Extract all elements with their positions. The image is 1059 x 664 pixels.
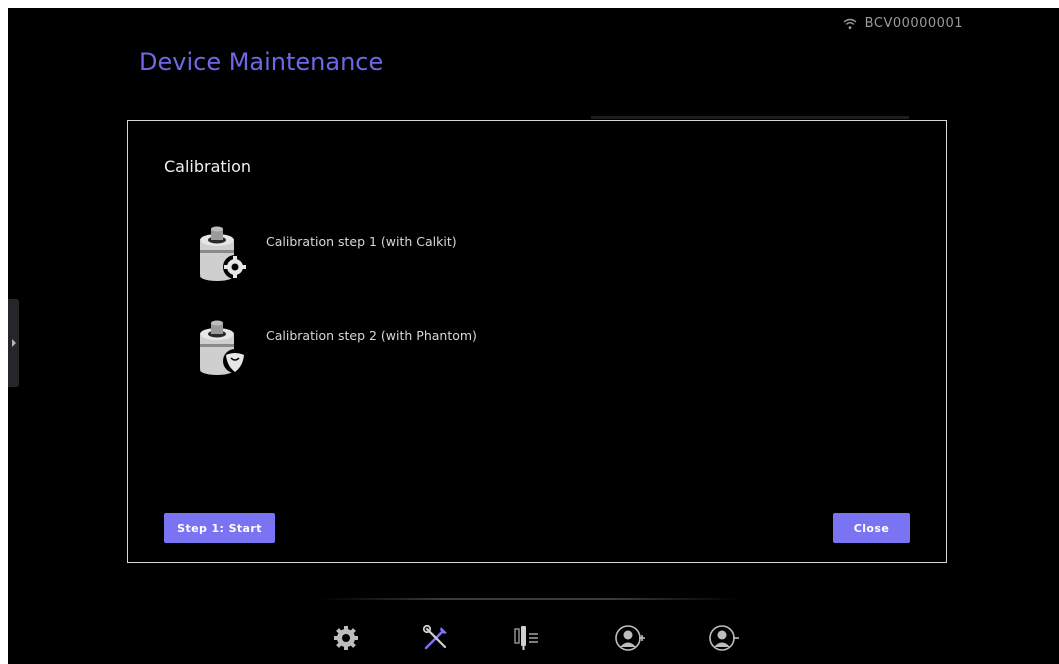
add-user-icon — [615, 625, 645, 651]
chevron-right-icon — [11, 339, 16, 347]
side-panel-toggle[interactable] — [8, 299, 19, 387]
calibration-step-1[interactable]: Calibration step 1 (with Calkit) — [190, 220, 457, 284]
page-title: Device Maintenance — [139, 48, 384, 76]
remove-user-icon — [709, 625, 739, 651]
phantom-icon — [200, 320, 247, 375]
calibration-step-1-label: Calibration step 1 (with Calkit) — [266, 234, 457, 249]
calibration-step-2[interactable]: Calibration step 2 (with Phantom) — [190, 314, 477, 378]
nav-add-user[interactable] — [612, 620, 648, 656]
wifi-icon — [843, 18, 857, 29]
bottom-nav — [320, 610, 740, 664]
app-screen: BCV00000001 Device Maintenance Calibrati… — [8, 8, 1059, 664]
nav-settings[interactable] — [328, 620, 364, 656]
device-id: BCV00000001 — [864, 16, 963, 31]
calibration-step-2-label: Calibration step 2 (with Phantom) — [266, 328, 477, 343]
nav-remove-user[interactable] — [706, 620, 742, 656]
nav-probes[interactable] — [508, 620, 544, 656]
status-bar: BCV00000001 — [843, 16, 963, 31]
probe-list-icon — [514, 626, 538, 650]
maintenance-tools-icon — [422, 624, 447, 650]
calkit-gear-icon — [200, 226, 247, 281]
background-tab-indicator — [591, 116, 909, 119]
close-button[interactable]: Close — [833, 513, 910, 543]
dialog-title: Calibration — [164, 157, 252, 176]
calibration-dialog: Calibration Calibration step 1 (with Cal… — [127, 120, 947, 563]
nav-maintenance[interactable] — [418, 620, 454, 656]
settings-gear-icon — [334, 626, 358, 650]
step-1-start-button[interactable]: Step 1: Start — [164, 513, 275, 543]
bottom-nav-divider — [320, 598, 740, 600]
